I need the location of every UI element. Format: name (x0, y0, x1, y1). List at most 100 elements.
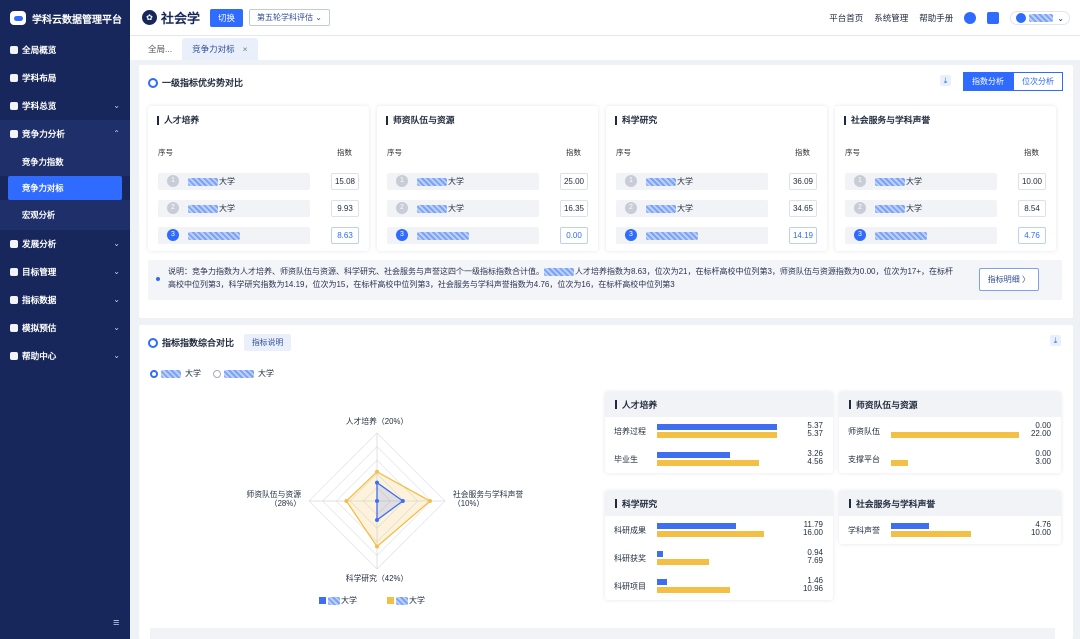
index-box-title: 师资队伍与资源 (386, 116, 455, 125)
simulation-icon (10, 324, 18, 332)
school-redacted (646, 231, 698, 240)
bar-row: 支撑平台 0.00 3.00 (839, 445, 1061, 473)
layout-icon (10, 74, 18, 82)
headset-icon[interactable] (964, 12, 977, 24)
mail-icon[interactable] (987, 12, 1000, 24)
bar-mark-yellow[interactable] (657, 531, 765, 537)
radar-point-blue (375, 480, 379, 485)
sidebar-item-help[interactable]: 帮助中心 ⌄ (0, 342, 130, 370)
explanation-note: 说明：竞争力指数为人才培养、师资队伍与资源、科学研究、社会服务与声誉这四个一级指… (148, 260, 1062, 300)
bar-mark-yellow[interactable] (657, 587, 731, 593)
user-menu[interactable]: ⌄ (1010, 11, 1070, 25)
index-box-title: 人才培养 (157, 116, 199, 125)
rank-row: 大学 1 36.09 (616, 171, 817, 191)
tab-index-analysis[interactable]: 指数分析 (963, 72, 1013, 91)
school-radio-a[interactable]: 大学 (150, 368, 201, 379)
bar-row: 培养过程 5.37 5.37 (605, 417, 833, 445)
username-redacted (1029, 14, 1054, 22)
index-box-header: 序号 指数 (616, 147, 817, 158)
help-icon (10, 352, 18, 360)
school-cell: 大学 (387, 173, 539, 190)
rank-row: 大学 2 9.93 (158, 198, 359, 218)
sidebar-item-data[interactable]: 指标数据 ⌄ (0, 286, 130, 314)
school-cell: 大学 (845, 200, 997, 217)
sidebar-item-subject-overview[interactable]: 学科总览 ⌄ (0, 92, 130, 120)
bar-mark-yellow[interactable] (891, 432, 1019, 438)
rank-number: 1 (396, 175, 408, 187)
switch-button[interactable]: 切换 (210, 8, 244, 27)
sidebar-item-development[interactable]: 发展分析 ⌄ (0, 230, 130, 258)
tab-benchmark[interactable]: 竞争力对标 × (182, 38, 258, 60)
sidebar-item-simulation[interactable]: 模拟预估 ⌄ (0, 314, 130, 342)
radar-point-blue (375, 518, 379, 523)
rank-row: 大学 1 15.08 (158, 171, 359, 191)
cloud-logo-icon (10, 11, 26, 25)
index-box-title: 科学研究 (615, 116, 657, 125)
bar-mark-blue[interactable] (657, 452, 730, 458)
school-redacted (544, 267, 574, 276)
bar-mark-blue[interactable] (657, 551, 664, 557)
indicator-help-button[interactable]: 指标说明 (244, 334, 292, 351)
sidebar-nav: 全局概览 学科布局 学科总览 ⌄ 竞争力分析 ⌃ 竞争力指数 竞争力对标 宏观分析 … (0, 36, 130, 370)
sidebar-item-goals[interactable]: 目标管理 ⌄ (0, 258, 130, 286)
chevron-down-icon: ⌄ (1057, 13, 1064, 23)
rank-row: 大学 1 25.00 (387, 171, 588, 191)
index-value: 36.09 (789, 173, 817, 190)
sidebar-subitem-index[interactable]: 竞争力指数 (0, 148, 130, 176)
school-cell: 大学 (845, 173, 997, 190)
rank-number: 3 (625, 229, 637, 241)
bar-row: 师资队伍 0.00 22.00 (839, 417, 1061, 445)
round-select[interactable]: 第五轮学科评估 ⌄ (249, 9, 330, 26)
bar-mark-yellow[interactable] (657, 559, 709, 565)
rank-row: 3 8.63 (158, 225, 359, 245)
index-value: 14.19 (789, 227, 817, 244)
school-radio-b[interactable]: 大学 (213, 368, 274, 379)
rank-number: 1 (854, 175, 866, 187)
bar-mark-blue[interactable] (891, 523, 930, 529)
rank-number: 2 (396, 202, 408, 214)
tab-rank-analysis[interactable]: 位次分析 (1013, 72, 1063, 91)
school-redacted (646, 177, 676, 186)
home-icon (10, 46, 18, 54)
avatar (1016, 13, 1027, 23)
bar-mark-blue[interactable] (657, 424, 777, 430)
bar-mark-yellow[interactable] (657, 432, 777, 438)
school-cell: 大学 (616, 173, 768, 190)
bar-group-box: 社会服务与学科声誉 学科声誉 4.76 10.00 (839, 491, 1061, 544)
link-system[interactable]: 系统管理 (874, 12, 908, 24)
composite-compare-card: 指标指数综合对比 指标说明 ⤓ 大学 大学 人才培养（20%） 社会服务与学科声誉… (139, 325, 1073, 639)
bar-mark-blue[interactable] (657, 579, 667, 585)
close-icon[interactable]: × (243, 44, 248, 54)
collapse-menu-icon[interactable]: ≡ (113, 617, 119, 629)
bar-mark-yellow[interactable] (891, 531, 971, 537)
bar-mark-yellow[interactable] (891, 460, 909, 466)
school-cell (387, 227, 539, 244)
index-box-header: 序号 指数 (158, 147, 359, 158)
col-val: 指数 (337, 148, 352, 157)
indicator-detail-button[interactable]: 指标明细 〉 (978, 268, 1039, 291)
rank-number: 2 (854, 202, 866, 214)
bar-mark-yellow[interactable] (657, 460, 759, 466)
index-value: 16.35 (560, 200, 588, 217)
school-cell: 大学 (616, 200, 768, 217)
bar-value-label: 5.37 (807, 429, 823, 438)
index-value: 4.76 (1018, 227, 1046, 244)
radar-point-yellow (375, 469, 379, 474)
legend-item-b[interactable]: 大学 (387, 595, 425, 606)
bar-group-title: 社会服务与学科声誉 (839, 491, 1061, 516)
sidebar-item-overview[interactable]: 全局概览 (0, 36, 130, 64)
legend-item-a[interactable]: 大学 (319, 595, 357, 606)
link-home[interactable]: 平台首页 (829, 12, 863, 24)
sidebar-subitem-macro[interactable]: 宏观分析 (0, 200, 130, 230)
radar-point-yellow (428, 499, 433, 503)
download-icon[interactable]: ⤓ (940, 75, 951, 86)
bar-label: 培养过程 (614, 427, 646, 436)
sidebar-item-layout[interactable]: 学科布局 (0, 64, 130, 92)
tab-overview[interactable]: 全局... (138, 38, 182, 60)
bar-mark-blue[interactable] (657, 523, 736, 529)
sidebar-subitem-benchmark[interactable]: 竞争力对标 (8, 176, 122, 200)
sidebar-item-competitiveness[interactable]: 竞争力分析 ⌃ (0, 120, 130, 148)
download-icon[interactable]: ⤓ (1050, 335, 1061, 346)
link-manual[interactable]: 帮助手册 (919, 12, 953, 24)
school-cell (158, 227, 310, 244)
